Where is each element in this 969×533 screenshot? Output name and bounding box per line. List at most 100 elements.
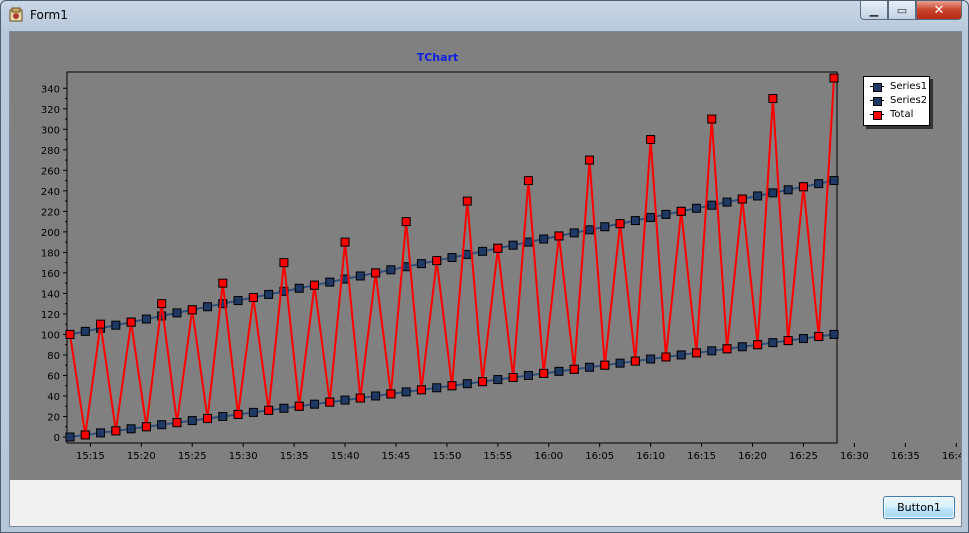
total-point <box>691 348 701 358</box>
total-point <box>325 397 335 407</box>
total-point <box>798 182 808 192</box>
series1-point <box>798 334 808 344</box>
series2-point <box>141 314 151 324</box>
close-icon: ✕ <box>933 2 945 18</box>
title-bar[interactable]: Form1 ▁ ▭ ✕ <box>1 1 968 29</box>
series1-point <box>218 411 228 421</box>
x-tick-label: 15:30 <box>229 451 258 462</box>
x-tick-label: 15:55 <box>483 451 512 462</box>
series1-point <box>707 346 717 356</box>
series1-point <box>646 354 656 364</box>
total-point <box>371 268 381 278</box>
close-button[interactable]: ✕ <box>916 1 962 20</box>
series2-point <box>814 179 824 189</box>
series2-point <box>783 185 793 195</box>
total-point <box>676 206 686 216</box>
total-point <box>126 317 136 327</box>
x-tick-label: 15:45 <box>382 451 411 462</box>
y-tick-label: 340 <box>41 84 60 95</box>
total-point <box>340 237 350 247</box>
series1-point <box>829 329 839 339</box>
series2-point <box>386 265 396 275</box>
tchart-panel[interactable]: TChart 0 20 40 60 80 100 120 140 160 180 200 220 240… <box>10 32 961 480</box>
series2-point <box>478 246 488 256</box>
series1-point <box>340 395 350 405</box>
legend-item-series2: Series2 <box>870 94 927 107</box>
series2-point <box>325 277 335 287</box>
series2-point <box>707 200 717 210</box>
series2-point <box>539 234 549 244</box>
total-point <box>294 401 304 411</box>
series1-point <box>65 432 75 442</box>
legend-item-series1: Series1 <box>870 80 927 93</box>
legend-marker-series1 <box>870 82 884 92</box>
chart-legend[interactable]: Series1 Series2 Total <box>863 76 930 126</box>
button1[interactable]: Button1 <box>883 496 955 519</box>
y-tick-label: 200 <box>41 228 60 239</box>
series2-point <box>829 176 839 186</box>
total-point <box>96 319 106 329</box>
series2-point <box>172 308 182 318</box>
series1-point <box>187 416 197 426</box>
y-tick-label: 160 <box>41 269 60 280</box>
x-tick-label: 15:15 <box>76 451 105 462</box>
minimize-icon: ▁ <box>869 3 879 17</box>
series2-point <box>661 209 671 219</box>
total-point <box>539 368 549 378</box>
series2-point <box>203 302 213 312</box>
chart-plot[interactable]: 0 20 40 60 80 100 120 140 160 180 200 220 240 260 280 3… <box>10 32 961 480</box>
series1-point <box>615 358 625 368</box>
total-point <box>768 94 778 104</box>
series1-point <box>462 379 472 389</box>
total-point <box>233 409 243 419</box>
total-point <box>523 176 533 186</box>
series1-point <box>401 387 411 397</box>
total-point <box>829 73 839 83</box>
series2-point <box>569 228 579 238</box>
total-point <box>707 114 717 124</box>
total-point <box>111 426 121 436</box>
form-client-area: TChart 0 20 40 60 80 100 120 140 160 180 200 220 240… <box>9 31 962 527</box>
x-tick-label: 16:25 <box>789 451 818 462</box>
x-tick-label: 16:00 <box>534 451 563 462</box>
total-point <box>264 405 274 415</box>
series1-point <box>157 420 167 430</box>
series2-point <box>753 191 763 201</box>
total-point <box>554 231 564 241</box>
total-point <box>279 258 289 268</box>
series1-point <box>768 338 778 348</box>
series2-point <box>585 225 595 235</box>
x-tick-label: 16:10 <box>636 451 665 462</box>
total-point <box>401 217 411 227</box>
series1-point <box>585 362 595 372</box>
maximize-button[interactable]: ▭ <box>888 1 916 20</box>
series2-point <box>355 271 365 281</box>
main-window: Form1 ▁ ▭ ✕ TChart 0 20 40 60 80 100 120 140 160… <box>0 0 969 533</box>
total-point <box>737 194 747 204</box>
y-tick-label: 100 <box>41 330 60 341</box>
series1-point <box>554 366 564 376</box>
x-tick-label: 15:40 <box>331 451 360 462</box>
series2-point <box>630 216 640 226</box>
total-point <box>753 340 763 350</box>
series2-point <box>111 320 121 330</box>
total-point <box>600 360 610 370</box>
series2-point <box>264 289 274 299</box>
y-tick-label: 260 <box>41 166 60 177</box>
legend-label-series2: Series2 <box>890 95 928 106</box>
series2-point <box>523 237 533 247</box>
series2-point <box>691 203 701 213</box>
caption-buttons: ▁ ▭ ✕ <box>860 1 962 21</box>
total-point <box>416 385 426 395</box>
series1-point <box>279 403 289 413</box>
total-point <box>355 393 365 403</box>
total-point <box>462 196 472 206</box>
x-tick-label: 15:25 <box>178 451 207 462</box>
y-tick-label: 80 <box>47 351 60 362</box>
x-tick-label: 15:35 <box>280 451 309 462</box>
x-tick-label: 16:15 <box>687 451 716 462</box>
series2-point <box>80 326 90 336</box>
y-tick-label: 120 <box>41 310 60 321</box>
legend-marker-series2 <box>870 96 884 106</box>
minimize-button[interactable]: ▁ <box>860 1 888 20</box>
